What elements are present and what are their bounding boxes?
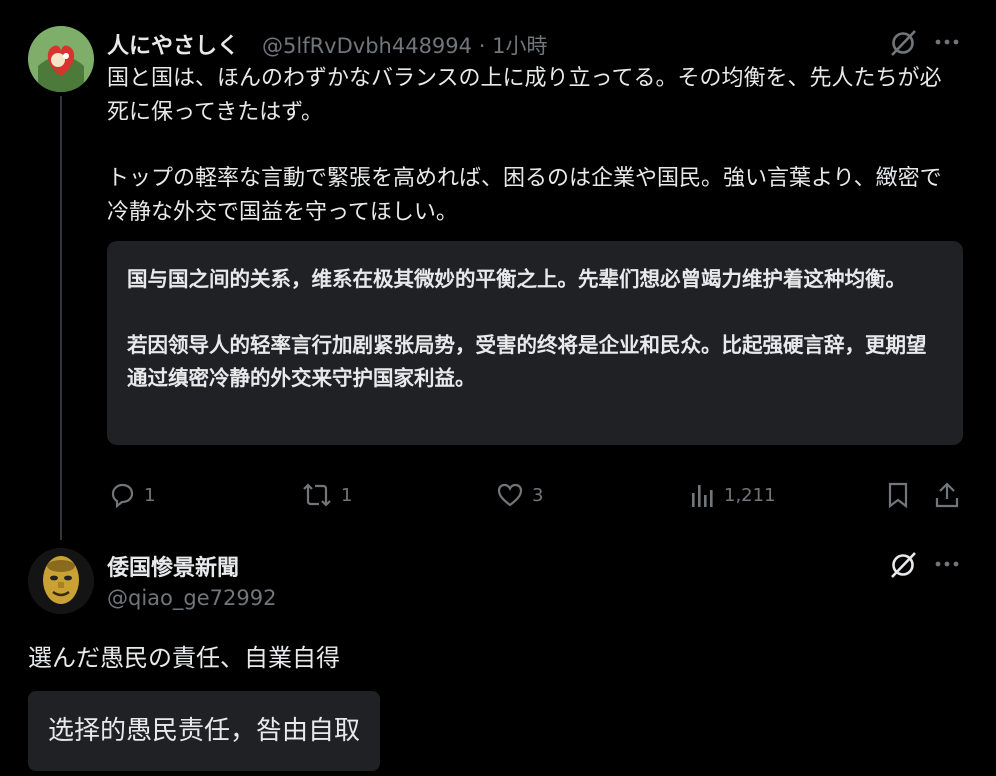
tweet-text: 選んだ愚民の責任、自業自得 <box>28 644 340 672</box>
repost-count: 1 <box>341 484 353 506</box>
like-button[interactable]: 3 <box>496 481 543 509</box>
grok-slash-icon[interactable] <box>888 28 918 58</box>
display-name[interactable]: 倭国惨景新聞 <box>107 550 239 582</box>
timestamp[interactable]: 1小時 <box>492 34 547 58</box>
bar-chart-icon <box>692 485 713 507</box>
like-count: 3 <box>532 484 544 506</box>
view-count: 1,211 <box>724 484 776 506</box>
share-upload-icon <box>935 482 959 508</box>
handle[interactable]: @5lfRvDvbh448994 <box>262 34 472 58</box>
repost-arrows-icon <box>303 483 331 507</box>
handle[interactable]: @qiao_ge72992 <box>107 586 276 610</box>
reply-bubble-icon <box>111 483 134 509</box>
translation-paragraph-2: 若因领导人的轻率言行加剧紧张局势，受害的终将是企业和民众。比起强硬言辞，更期望通… <box>127 333 927 390</box>
tweet-text-paragraph-1: 国と国は、ほんのわずかなバランスの上に成り立ってる。その均衡を、先人たちが必死に… <box>107 66 942 125</box>
translation-paragraph-1: 国与国之间的关系，维系在极其微妙的平衡之上。先辈们想必曾竭力维护着这种均衡。 <box>127 267 906 291</box>
avatar[interactable] <box>28 548 94 614</box>
tweet-text-paragraph-2: トップの軽率な言動で緊張を高めれば、困るのは企業や国民。強い言葉より、緻密で冷静… <box>107 166 942 225</box>
reply-button[interactable]: 1 <box>108 481 155 509</box>
heart-icon <box>497 483 523 507</box>
translation-box: 选择的愚民责任，咎由自取 <box>28 691 381 771</box>
avatar[interactable] <box>28 26 94 92</box>
repost-button[interactable]: 1 <box>301 481 352 509</box>
reply-count: 1 <box>144 484 156 506</box>
thread-connector-line <box>60 96 62 540</box>
share-button[interactable] <box>934 481 960 509</box>
views-button[interactable]: 1,211 <box>690 481 776 509</box>
more-dots-icon[interactable] <box>934 32 960 52</box>
bookmark-icon <box>888 482 908 509</box>
meta-separator: · <box>478 34 486 58</box>
more-dots-icon[interactable] <box>934 554 960 574</box>
translation-box: 国与国之间的关系，维系在极其微妙的平衡之上。先辈们想必曾竭力维护着这种均衡。 若… <box>107 241 963 445</box>
display-name[interactable]: 人にやさしく <box>107 28 239 60</box>
bookmark-button[interactable] <box>886 481 910 509</box>
grok-slash-icon[interactable] <box>888 550 918 580</box>
